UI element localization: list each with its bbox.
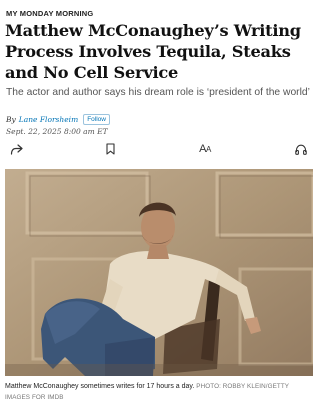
text-size-small-a: A [206, 145, 211, 154]
publish-date: Sept. 22, 2025 8:00 am ET [6, 127, 108, 136]
photo-caption: Matthew McConaughey sometimes writes for… [5, 381, 313, 403]
share-arrow-icon [10, 143, 23, 155]
share-button[interactable] [7, 140, 25, 158]
article-page: MY MONDAY MORNING Matthew McConaughey’s … [0, 0, 318, 410]
text-size-button[interactable]: AA [196, 140, 214, 158]
byline-prefix: By [6, 115, 16, 124]
caption-text: Matthew McConaughey sometimes writes for… [5, 383, 195, 390]
follow-button[interactable]: Follow [83, 114, 110, 125]
author-link[interactable]: Lane Florsheim [19, 115, 78, 124]
bookmark-icon [105, 143, 115, 155]
article-headline: Matthew McConaughey’s Writing Process In… [5, 21, 301, 82]
article-photo[interactable] [5, 169, 313, 376]
portrait-illustration [5, 169, 313, 376]
headphones-icon [295, 144, 307, 155]
listen-button[interactable] [292, 140, 310, 158]
text-size-icon: AA [199, 143, 211, 155]
byline: By Lane Florsheim Follow [6, 114, 110, 125]
text-size-large-a: A [199, 143, 206, 155]
bookmark-button[interactable] [101, 140, 119, 158]
article-toolbar: AA [0, 140, 318, 158]
section-kicker[interactable]: MY MONDAY MORNING [6, 9, 93, 18]
article-dek: The actor and author says his dream role… [6, 87, 310, 98]
